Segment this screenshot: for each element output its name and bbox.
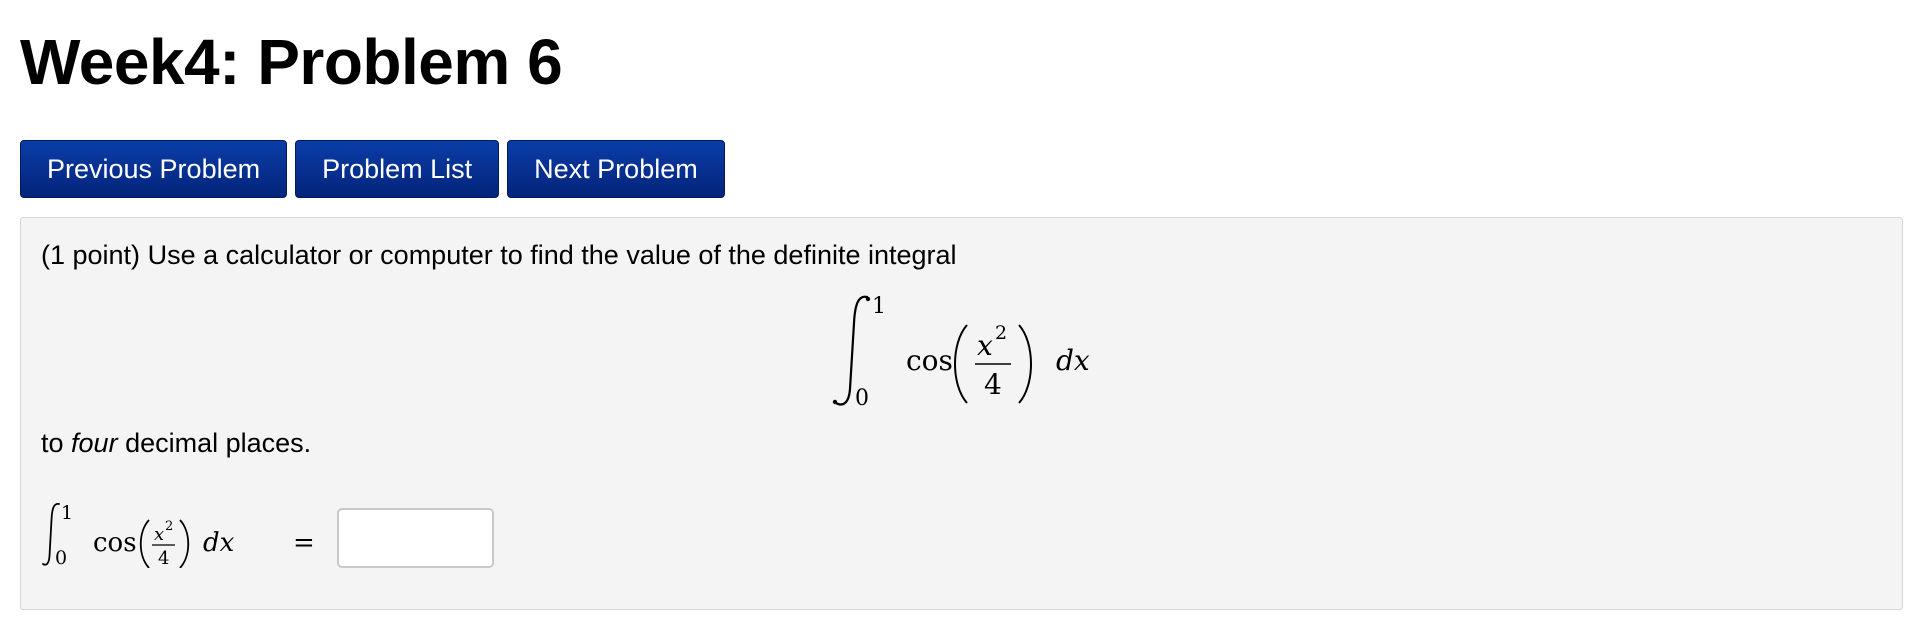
next-problem-button[interactable]: Next Problem (507, 140, 725, 198)
answer-input[interactable] (337, 508, 494, 568)
instructions-emphasis: four (71, 428, 118, 458)
inline-right-paren (179, 519, 190, 568)
integral-sign-bottom-dot (832, 399, 838, 405)
problem-points: (1 point) (41, 240, 141, 270)
integral-lower-limit: 0 (855, 386, 869, 411)
inline-upper-limit: 1 (61, 502, 73, 524)
display-integral: 1 0 cos x 2 4 dx (832, 294, 1090, 411)
inline-lower-limit: 0 (55, 547, 67, 568)
inline-left-paren (139, 519, 150, 568)
inline-integral: 1 0 cos x 2 4 dx = (42, 502, 315, 568)
inline-denominator: 4 (158, 548, 169, 568)
left-paren (954, 324, 968, 404)
inline-function-name: cos (93, 528, 137, 558)
page-title: Week4: Problem 6 (20, 26, 563, 98)
differential: dx (1056, 344, 1090, 377)
denominator: 4 (984, 368, 1002, 401)
inline-differential: dx (203, 528, 235, 558)
inline-numerator-exponent: 2 (165, 519, 173, 534)
inline-numerator-variable: x (154, 524, 164, 545)
instructions-suffix: decimal places. (117, 428, 312, 458)
problem-intro-text: Use a calculator or computer to find the… (147, 240, 957, 270)
instructions-prefix: to (41, 428, 72, 458)
problem-panel: (1 point) Use a calculator or computer t… (20, 217, 1903, 610)
integral-sign-top-dot (865, 296, 871, 302)
numerator-variable: x (977, 329, 993, 362)
equals-sign: = (293, 528, 315, 558)
problem-list-button[interactable]: Problem List (295, 140, 500, 198)
problem-navigation: Previous Problem Problem List Next Probl… (20, 140, 725, 198)
right-paren (1018, 324, 1032, 404)
problem-intro: (1 point) Use a calculator or computer t… (41, 240, 957, 271)
problem-instructions: to four decimal places. (41, 428, 311, 459)
answer-row: 1 0 cos x 2 4 dx = (41, 498, 541, 568)
previous-problem-button[interactable]: Previous Problem (20, 140, 288, 198)
numerator-exponent: 2 (995, 322, 1007, 344)
integral-upper-limit: 1 (872, 294, 886, 319)
function-name: cos (906, 344, 953, 377)
